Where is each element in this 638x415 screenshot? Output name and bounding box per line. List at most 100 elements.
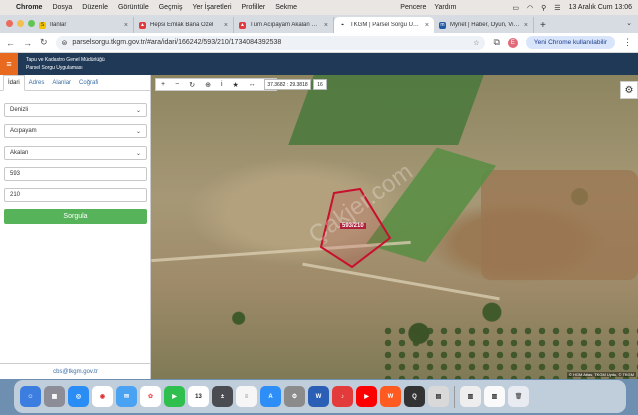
- wps-office-icon[interactable]: W: [380, 386, 401, 407]
- zoom-in-icon[interactable]: +: [156, 81, 170, 88]
- tab-idari[interactable]: İdari: [3, 75, 25, 91]
- district-value: Acıpayam: [10, 128, 37, 134]
- bookmark-star-icon[interactable]: ☆: [473, 39, 479, 47]
- ada-input[interactable]: 593: [4, 167, 147, 181]
- launchpad-icon[interactable]: ▦: [44, 386, 65, 407]
- facetime-icon[interactable]: ▶: [164, 386, 185, 407]
- trash-icon[interactable]: 🗑: [508, 386, 529, 407]
- browser-tab[interactable]: ▲ Tüm Acıpayam Akalan Mh. İl... ×: [234, 17, 334, 33]
- favicon-icon: S: [39, 21, 46, 29]
- menu-item-tab[interactable]: Sekme: [275, 4, 297, 11]
- safari-icon[interactable]: ◎: [68, 386, 89, 407]
- hamburger-menu-icon[interactable]: ≡: [0, 53, 18, 75]
- chrome-icon[interactable]: ◉: [92, 386, 113, 407]
- site-title-line2: Parsel Sorgu Uygulaması: [26, 65, 83, 71]
- menu-item-help[interactable]: Yardım: [434, 4, 456, 11]
- chrome-update-button[interactable]: Yeni Chrome kullanılabilir: [525, 36, 615, 49]
- menu-app-name[interactable]: Chrome: [16, 4, 42, 11]
- tab-title: Mynet | Haber, Oyun, Video, ...: [450, 22, 520, 28]
- close-tab-icon[interactable]: ×: [425, 22, 429, 29]
- tab-title: İlanlar: [50, 22, 67, 28]
- finder-icon[interactable]: ☺: [20, 386, 41, 407]
- mail-icon[interactable]: ✉: [116, 386, 137, 407]
- browser-tab-active[interactable]: ⌖ TKGM | Parsel Sorgu Uygulam... ×: [334, 17, 434, 33]
- reload-icon[interactable]: ↻: [40, 37, 48, 48]
- menu-item-history[interactable]: Geçmiş: [159, 4, 183, 11]
- browser-tab[interactable]: m Mynet | Haber, Oyun, Video, ... ×: [434, 17, 534, 33]
- zoom-out-icon[interactable]: −: [170, 81, 184, 88]
- extensions-icon[interactable]: ⧉: [493, 37, 499, 48]
- minimize-window-icon[interactable]: [17, 20, 24, 27]
- app-store-icon[interactable]: A: [260, 386, 281, 407]
- chevron-down-icon: ⌄: [135, 128, 141, 135]
- parsel-value: 210: [10, 192, 21, 198]
- favicon-icon: ▲: [139, 21, 146, 29]
- menu-item-edit[interactable]: Düzenle: [82, 4, 108, 11]
- measure-icon[interactable]: ↔: [244, 81, 261, 88]
- back-arrow-icon[interactable]: ←: [6, 38, 15, 48]
- refresh-icon[interactable]: ↻: [184, 81, 200, 89]
- map-view[interactable]: Çakjer.com 593/210 + − ↻ ⊕ i ★ ↔ ⎙ 37.36…: [151, 75, 638, 379]
- calendar-icon[interactable]: 13: [188, 386, 209, 407]
- control-center-icon[interactable]: ☰: [554, 4, 560, 12]
- menu-item-window[interactable]: Pencere: [400, 4, 426, 11]
- address-bar[interactable]: ⊜ parselsorgu.tkgm.gov.tr/#ara/idari/166…: [55, 35, 486, 50]
- browser-tab[interactable]: S İlanlar ×: [34, 17, 134, 33]
- notes-icon[interactable]: ≡: [236, 386, 257, 407]
- close-tab-icon[interactable]: ×: [324, 22, 328, 29]
- word-icon[interactable]: W: [308, 386, 329, 407]
- battery-icon[interactable]: ▭: [512, 4, 519, 12]
- profile-avatar[interactable]: E: [507, 37, 518, 48]
- query-button[interactable]: Sorgula: [4, 209, 147, 224]
- tab-search-chevron-icon[interactable]: ⌄: [626, 19, 632, 27]
- close-window-icon[interactable]: [6, 20, 13, 27]
- recent-file-icon[interactable]: ▥: [460, 386, 481, 407]
- youtube-icon[interactable]: ▶: [356, 386, 377, 407]
- close-tab-icon[interactable]: ×: [524, 22, 528, 29]
- music-icon[interactable]: ♪: [332, 386, 353, 407]
- maximize-window-icon[interactable]: [28, 20, 35, 27]
- site-info-icon[interactable]: ⊜: [62, 39, 68, 47]
- parsel-input[interactable]: 210: [4, 188, 147, 202]
- window-controls: [6, 20, 35, 27]
- menu-item-bookmarks[interactable]: Yer İşaretleri: [192, 4, 231, 11]
- calculator-icon[interactable]: ±: [212, 386, 233, 407]
- district-select[interactable]: Acıpayam ⌄: [4, 124, 147, 138]
- close-tab-icon[interactable]: ×: [224, 22, 228, 29]
- system-settings-icon[interactable]: ⚙: [284, 386, 305, 407]
- url-text[interactable]: parselsorgu.tkgm.gov.tr/#ara/idari/16624…: [72, 39, 281, 46]
- menu-item-view[interactable]: Görüntüle: [118, 4, 149, 11]
- favicon-icon: m: [439, 21, 446, 29]
- locate-icon[interactable]: ⊕: [200, 81, 216, 89]
- menu-item-file[interactable]: Dosya: [52, 4, 72, 11]
- contact-email-link[interactable]: cbs@tkgm.gov.tr: [0, 363, 151, 379]
- site-title-line1: Tapu ve Kadastro Genel Müdürlüğü: [26, 57, 105, 63]
- site-title: Tapu ve Kadastro Genel Müdürlüğü Parsel …: [26, 56, 105, 72]
- macos-dock: ☺ ▦ ◎ ◉ ✉ ✿ ▶ 13 ± ≡ A ⚙ W ♪ ▶ W Q ▤ ▥ ▥…: [14, 380, 626, 413]
- photos-icon[interactable]: ✿: [140, 386, 161, 407]
- menubar-clock[interactable]: 13 Aralık Cum 13:06: [569, 4, 632, 11]
- province-select[interactable]: Denizli ⌄: [4, 103, 147, 117]
- new-tab-button[interactable]: +: [534, 20, 552, 33]
- quicktime-icon[interactable]: Q: [404, 386, 425, 407]
- browser-tab[interactable]: ▲ Hepsi Emlak Bana Özel ×: [134, 17, 234, 33]
- tab-title: TKGM | Parsel Sorgu Uygulam...: [350, 22, 421, 28]
- recent-document-icon[interactable]: ▥: [484, 386, 505, 407]
- gear-icon[interactable]: ⚙: [620, 81, 638, 99]
- tab-title: Hepsi Emlak Bana Özel: [150, 22, 214, 28]
- neighborhood-select[interactable]: Akalan ⌄: [4, 146, 147, 160]
- search-icon[interactable]: ⚲: [541, 4, 546, 12]
- favorite-star-icon[interactable]: ★: [228, 81, 244, 89]
- more-menu-icon[interactable]: ⋮: [623, 37, 632, 48]
- wifi-icon[interactable]: ◠: [527, 4, 533, 12]
- close-tab-icon[interactable]: ×: [124, 22, 128, 29]
- parcel-overlay: [319, 187, 392, 269]
- preview-icon[interactable]: ▤: [428, 386, 449, 407]
- tab-alanlar[interactable]: Alanlar: [48, 75, 75, 90]
- tab-cografi[interactable]: Coğrafi: [75, 75, 102, 90]
- menu-item-profiles[interactable]: Profiller: [242, 4, 266, 11]
- info-icon[interactable]: i: [216, 81, 228, 88]
- tab-adres[interactable]: Adres: [25, 75, 49, 90]
- forward-arrow-icon[interactable]: →: [23, 38, 32, 48]
- coordinate-readout: 37.3682 : 29.3818: [264, 79, 311, 90]
